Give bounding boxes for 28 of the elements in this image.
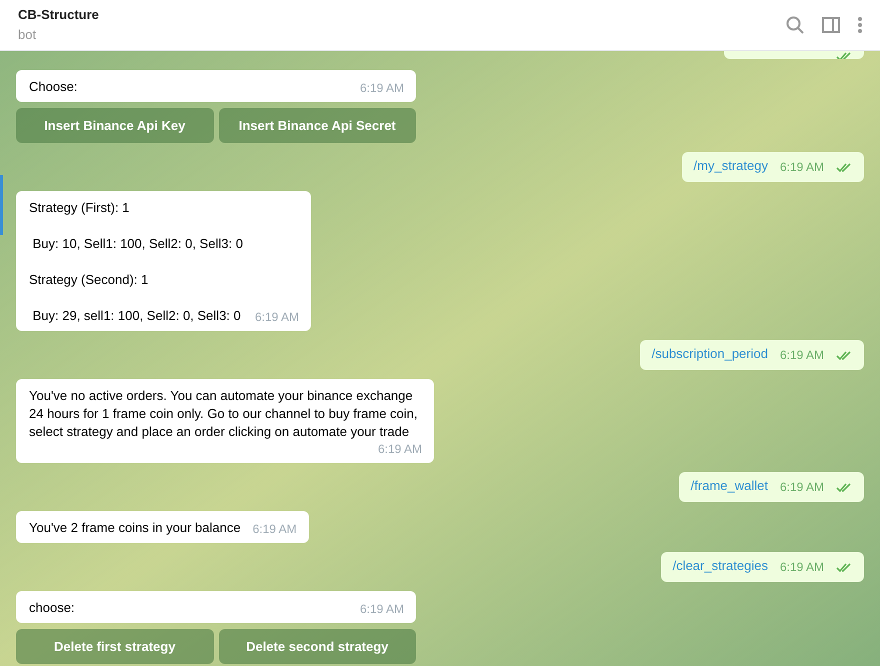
command-link[interactable]: /my_strategy [694,157,768,175]
message-time: 6:19 AM [780,479,824,495]
message-time: 6:19 AM [780,347,824,363]
message-text: You've no active orders. You can automate your binance exchange 24 hours for 1 frame coin only. Go to our channel to buy frame coin, select strategy and place an order clicking on automate your trade [29,387,419,441]
keyboard-button[interactable]: Delete first strategy [16,629,214,664]
message-text: choose: [29,599,75,617]
sidebar-toggle-icon[interactable] [822,17,840,33]
keyboard-button[interactable]: Delete second strategy [218,629,416,664]
keyboard-button[interactable]: Insert Binance Api Secret [218,108,416,143]
message-time: 6:19 AM [254,309,299,325]
search-icon[interactable] [786,16,804,34]
message-text: Strategy (First): 1 Buy: 10, Sell1: 100, Sell2: 0, Sell3: 0 Strategy (Second): 1 Buy: 29, sell1: 100, Sell2: 0, Sell3: 0 [29,199,243,325]
command-link[interactable]: /clear_strategies [672,557,768,575]
chat-title: CB-Structure [18,6,100,24]
command-link[interactable]: /frame_wallet [690,477,768,495]
message-time: 6:19 AM [780,159,824,175]
keyboard-button[interactable]: Insert Binance Api Key [16,108,214,143]
message-time: 6:19 AM [360,80,404,96]
more-options-icon[interactable] [858,17,862,33]
command-link[interactable]: /subscription_period [652,345,768,363]
message-text: Choose: [29,78,78,96]
message-time: 6:19 AM [378,441,422,457]
message-text: You've 2 frame coins in your balance [29,519,241,537]
side-indicator [0,175,3,235]
message-time: 6:19 AM [780,559,824,575]
message-time: 6:19 AM [360,601,404,617]
message-time: 6:19 AM [252,521,297,537]
chat-subtitle: bot [18,26,38,44]
